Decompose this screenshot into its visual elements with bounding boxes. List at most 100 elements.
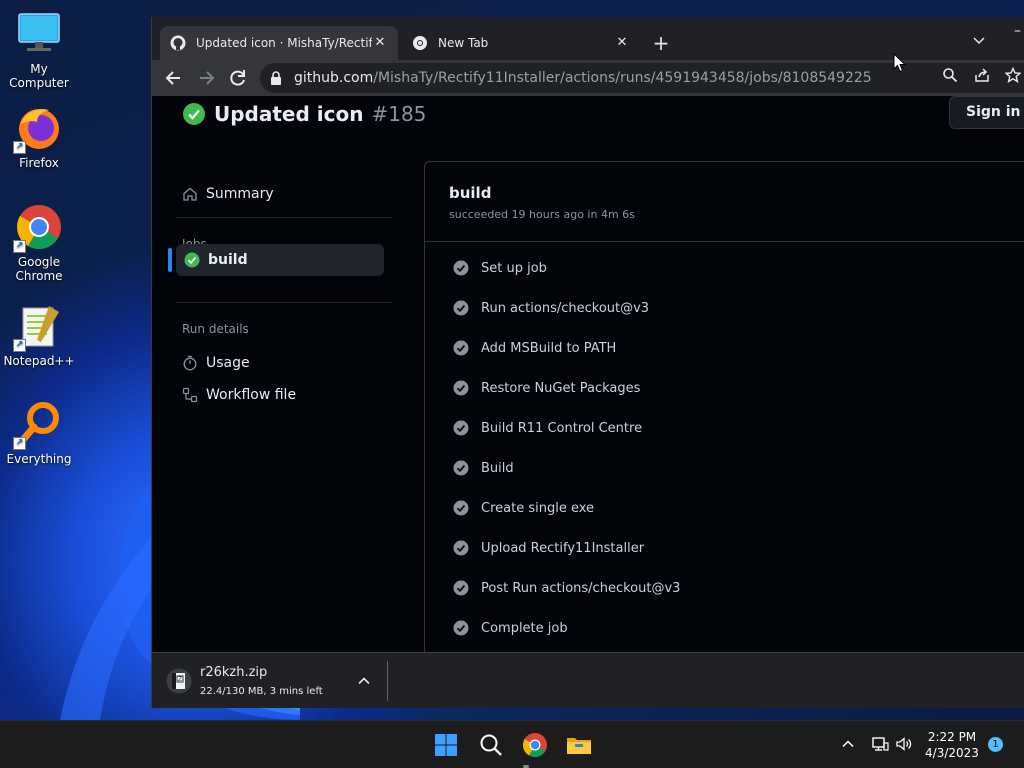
zoom-search-icon[interactable] <box>942 67 958 83</box>
download-item[interactable]: Z r26kzh.zip 22.4/130 MB, 3 mins left <box>166 665 323 697</box>
tab-new-tab[interactable]: New Tab ✕ <box>402 26 640 60</box>
job-step-label: Add MSBuild to PATH <box>481 340 617 356</box>
job-header: build succeeded 19 hours ago in 4m 6s <box>425 162 1024 242</box>
sidebar-divider <box>176 302 392 303</box>
shortcut-arrow-icon: ↗ <box>13 141 26 154</box>
step-check-icon <box>453 580 469 596</box>
close-tab-icon[interactable]: ✕ <box>372 35 388 51</box>
search-icon[interactable] <box>475 729 507 761</box>
step-check-icon <box>453 260 469 276</box>
chevron-up-icon[interactable] <box>840 736 856 752</box>
job-step[interactable]: Set up job <box>453 257 547 279</box>
job-step[interactable]: Create single exe <box>453 497 594 519</box>
windows-start-icon[interactable] <box>430 729 462 761</box>
run-number: #185 <box>371 102 427 126</box>
job-step-label: Complete job <box>481 620 568 636</box>
job-step-label: Create single exe <box>481 500 595 516</box>
github-icon <box>170 35 186 51</box>
zip-file-icon: Z <box>166 668 192 694</box>
clock-date: 4/3/2023 <box>925 746 979 760</box>
download-filename: r26kzh.zip <box>200 665 268 680</box>
taskbar: 2:22 PM 4/3/2023 1 <box>0 720 1024 768</box>
job-step-label: Build R11 Control Centre <box>481 420 643 436</box>
tab-updated-icon[interactable]: Updated icon · MishaTy/Rectify11 ✕ <box>160 26 398 60</box>
sidebar-item-label: Workflow file <box>206 387 297 403</box>
new-tab-button[interactable]: + <box>650 32 672 54</box>
system-clock[interactable]: 2:22 PM 4/3/2023 <box>920 729 984 761</box>
desktop-icon-label: My Computer <box>9 62 69 90</box>
url-text: github.com/MishaTy/Rectify11Installer/ac… <box>294 70 872 86</box>
job-panel: build succeeded 19 hours ago in 4m 6s Se… <box>424 161 1024 652</box>
url-host: github.com <box>294 70 374 86</box>
job-step[interactable]: Build <box>453 457 514 479</box>
job-step[interactable]: Run actions/checkout@v3 <box>453 297 649 319</box>
desktop-icon-my-computer[interactable]: My Computer <box>0 10 78 90</box>
back-arrow-icon[interactable] <box>163 67 185 89</box>
job-step-label: Restore NuGet Packages <box>481 380 641 396</box>
step-check-icon <box>453 380 469 396</box>
desktop-icon-google-chrome[interactable]: ↗ Google Chrome <box>0 203 78 283</box>
job-step[interactable]: Upload Rectify11Installer <box>453 537 644 559</box>
sidebar-item-label: Summary <box>206 186 274 202</box>
sidebar-item-workflow-file[interactable]: Workflow file <box>182 379 296 411</box>
step-check-icon <box>453 500 469 516</box>
tab-title: New Tab <box>438 36 489 50</box>
sign-in-button[interactable]: Sign in to <box>949 96 1024 129</box>
forward-arrow-icon[interactable] <box>195 67 217 89</box>
magnifier-icon: ↗ <box>13 400 63 450</box>
shortcut-arrow-icon: ↗ <box>13 437 26 450</box>
sidebar-item-summary[interactable]: Summary <box>182 178 274 210</box>
shortcut-arrow-icon: ↗ <box>13 240 26 253</box>
desktop-icon-everything[interactable]: ↗ Everything <box>0 400 78 466</box>
desktop-icon-firefox[interactable]: ↗ Firefox <box>0 104 78 170</box>
chevron-up-icon[interactable] <box>356 673 372 689</box>
bookmark-star-icon[interactable] <box>1005 67 1021 83</box>
notification-badge[interactable]: 1 <box>988 737 1003 752</box>
clock-time: 2:22 PM <box>927 730 977 744</box>
desktop-icon-notepad-plus-plus[interactable]: ↗ Notepad++ <box>0 302 78 368</box>
download-bar: Z r26kzh.zip 22.4/130 MB, 3 mins left <box>152 652 1024 708</box>
job-step[interactable]: Add MSBuild to PATH <box>453 337 616 359</box>
close-tab-icon[interactable]: ✕ <box>614 35 630 51</box>
run-title-text: Updated icon <box>214 102 364 126</box>
job-status-line: succeeded 19 hours ago in 4m 6s <box>449 208 635 221</box>
step-check-icon <box>453 460 469 476</box>
job-step-label: Post Run actions/checkout@v3 <box>481 580 681 596</box>
desktop-icon-label: Everything <box>6 452 72 466</box>
home-icon <box>183 187 197 201</box>
notepad-plus-plus-icon: ↗ <box>13 302 63 352</box>
job-title: build <box>449 184 492 202</box>
share-icon[interactable] <box>974 67 990 83</box>
step-check-icon <box>453 540 469 556</box>
job-step[interactable]: Post Run actions/checkout@v3 <box>453 577 680 599</box>
desktop-icon-label: Firefox <box>19 156 59 170</box>
file-explorer-icon[interactable] <box>563 729 595 761</box>
job-step[interactable]: Restore NuGet Packages <box>453 377 640 399</box>
github-job-page: Updated icon #185 Sign in to Summary Job… <box>152 96 1024 652</box>
job-step[interactable]: Complete job <box>453 617 568 639</box>
sidebar-item-usage[interactable]: Usage <box>182 347 250 379</box>
job-step-label: Run actions/checkout@v3 <box>481 300 650 316</box>
shortcut-arrow-icon: ↗ <box>13 339 26 352</box>
chrome-icon <box>413 36 427 50</box>
job-step-label: Upload Rectify11Installer <box>481 540 645 556</box>
sidebar-item-label: Usage <box>206 355 250 371</box>
volume-icon[interactable] <box>895 735 913 753</box>
network-icon[interactable] <box>871 735 889 753</box>
stopwatch-icon <box>183 355 197 371</box>
chrome-window: Updated icon · MishaTy/Rectify11 ✕ New T… <box>151 17 1024 708</box>
success-check-icon <box>184 252 200 268</box>
tab-search-chevron-icon[interactable] <box>970 31 988 49</box>
firefox-icon: ↗ <box>13 104 63 154</box>
step-check-icon <box>453 420 469 436</box>
job-step[interactable]: Build R11 Control Centre <box>453 417 642 439</box>
download-separator <box>387 661 388 701</box>
address-bar[interactable]: github.com/MishaTy/Rectify11Installer/ac… <box>260 63 1024 93</box>
sidebar-divider <box>176 217 392 218</box>
chrome-icon[interactable] <box>519 729 551 761</box>
run-details-heading: Run details <box>182 322 249 336</box>
sidebar-item-build[interactable]: build <box>176 244 384 276</box>
minimize-icon[interactable]: – <box>1014 23 1024 43</box>
reload-icon[interactable] <box>227 67 249 89</box>
selected-indicator <box>168 248 172 272</box>
